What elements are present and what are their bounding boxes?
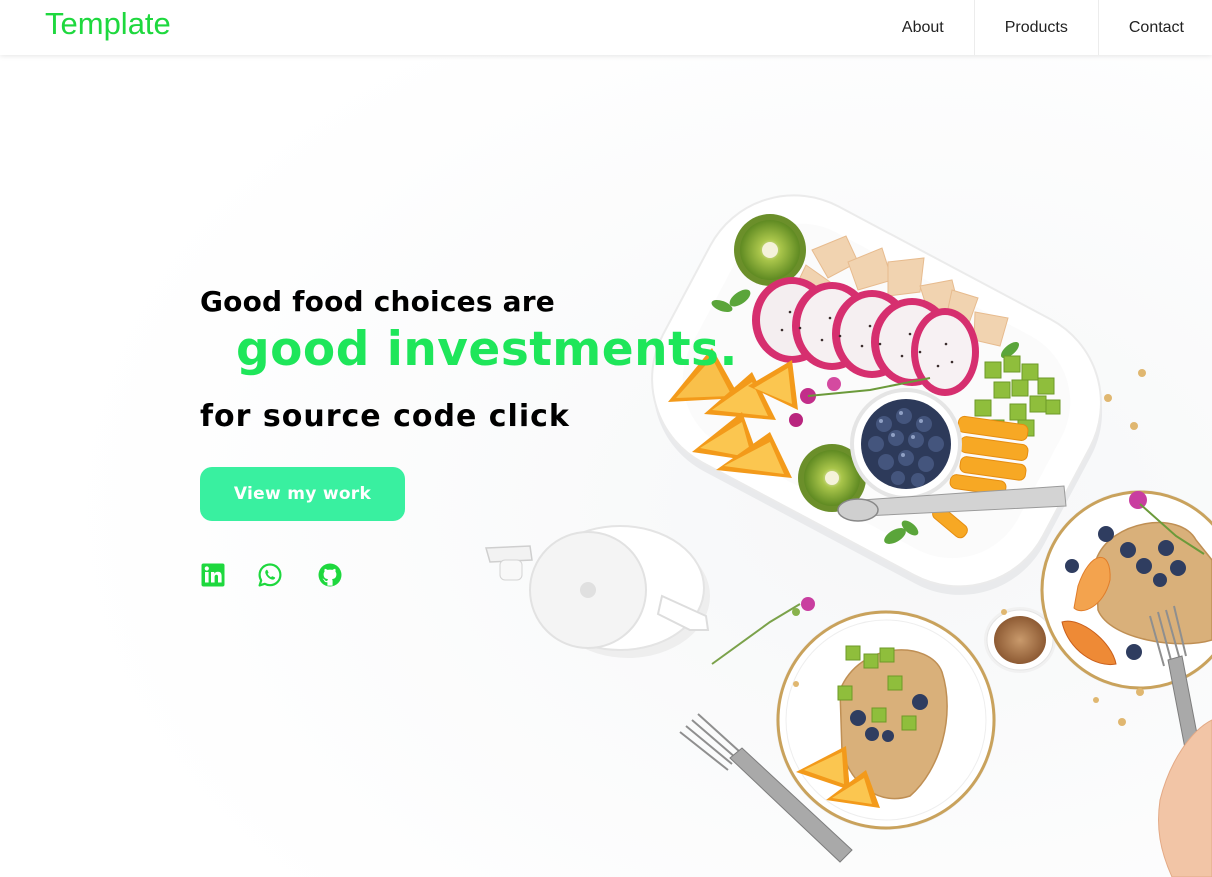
- hero-line-1: Good food choices are: [200, 285, 555, 318]
- hero-line-2: good investments.: [236, 322, 738, 377]
- brand-logo-link[interactable]: Template: [45, 6, 171, 42]
- view-my-work-button[interactable]: View my work: [200, 467, 405, 521]
- hero-food-image: [0, 55, 1212, 877]
- nav-products-link[interactable]: Products: [973, 0, 1098, 55]
- nav-contact-link[interactable]: Contact: [1097, 0, 1212, 55]
- navbar: Template About Products Contact: [0, 0, 1212, 55]
- github-icon[interactable]: [317, 562, 343, 588]
- nav-about-link[interactable]: About: [872, 0, 974, 55]
- nav-links: About Products Contact: [872, 0, 1212, 55]
- whatsapp-icon[interactable]: [257, 562, 283, 588]
- linkedin-icon[interactable]: [200, 562, 226, 588]
- hero-line-3: for source code click: [200, 399, 570, 434]
